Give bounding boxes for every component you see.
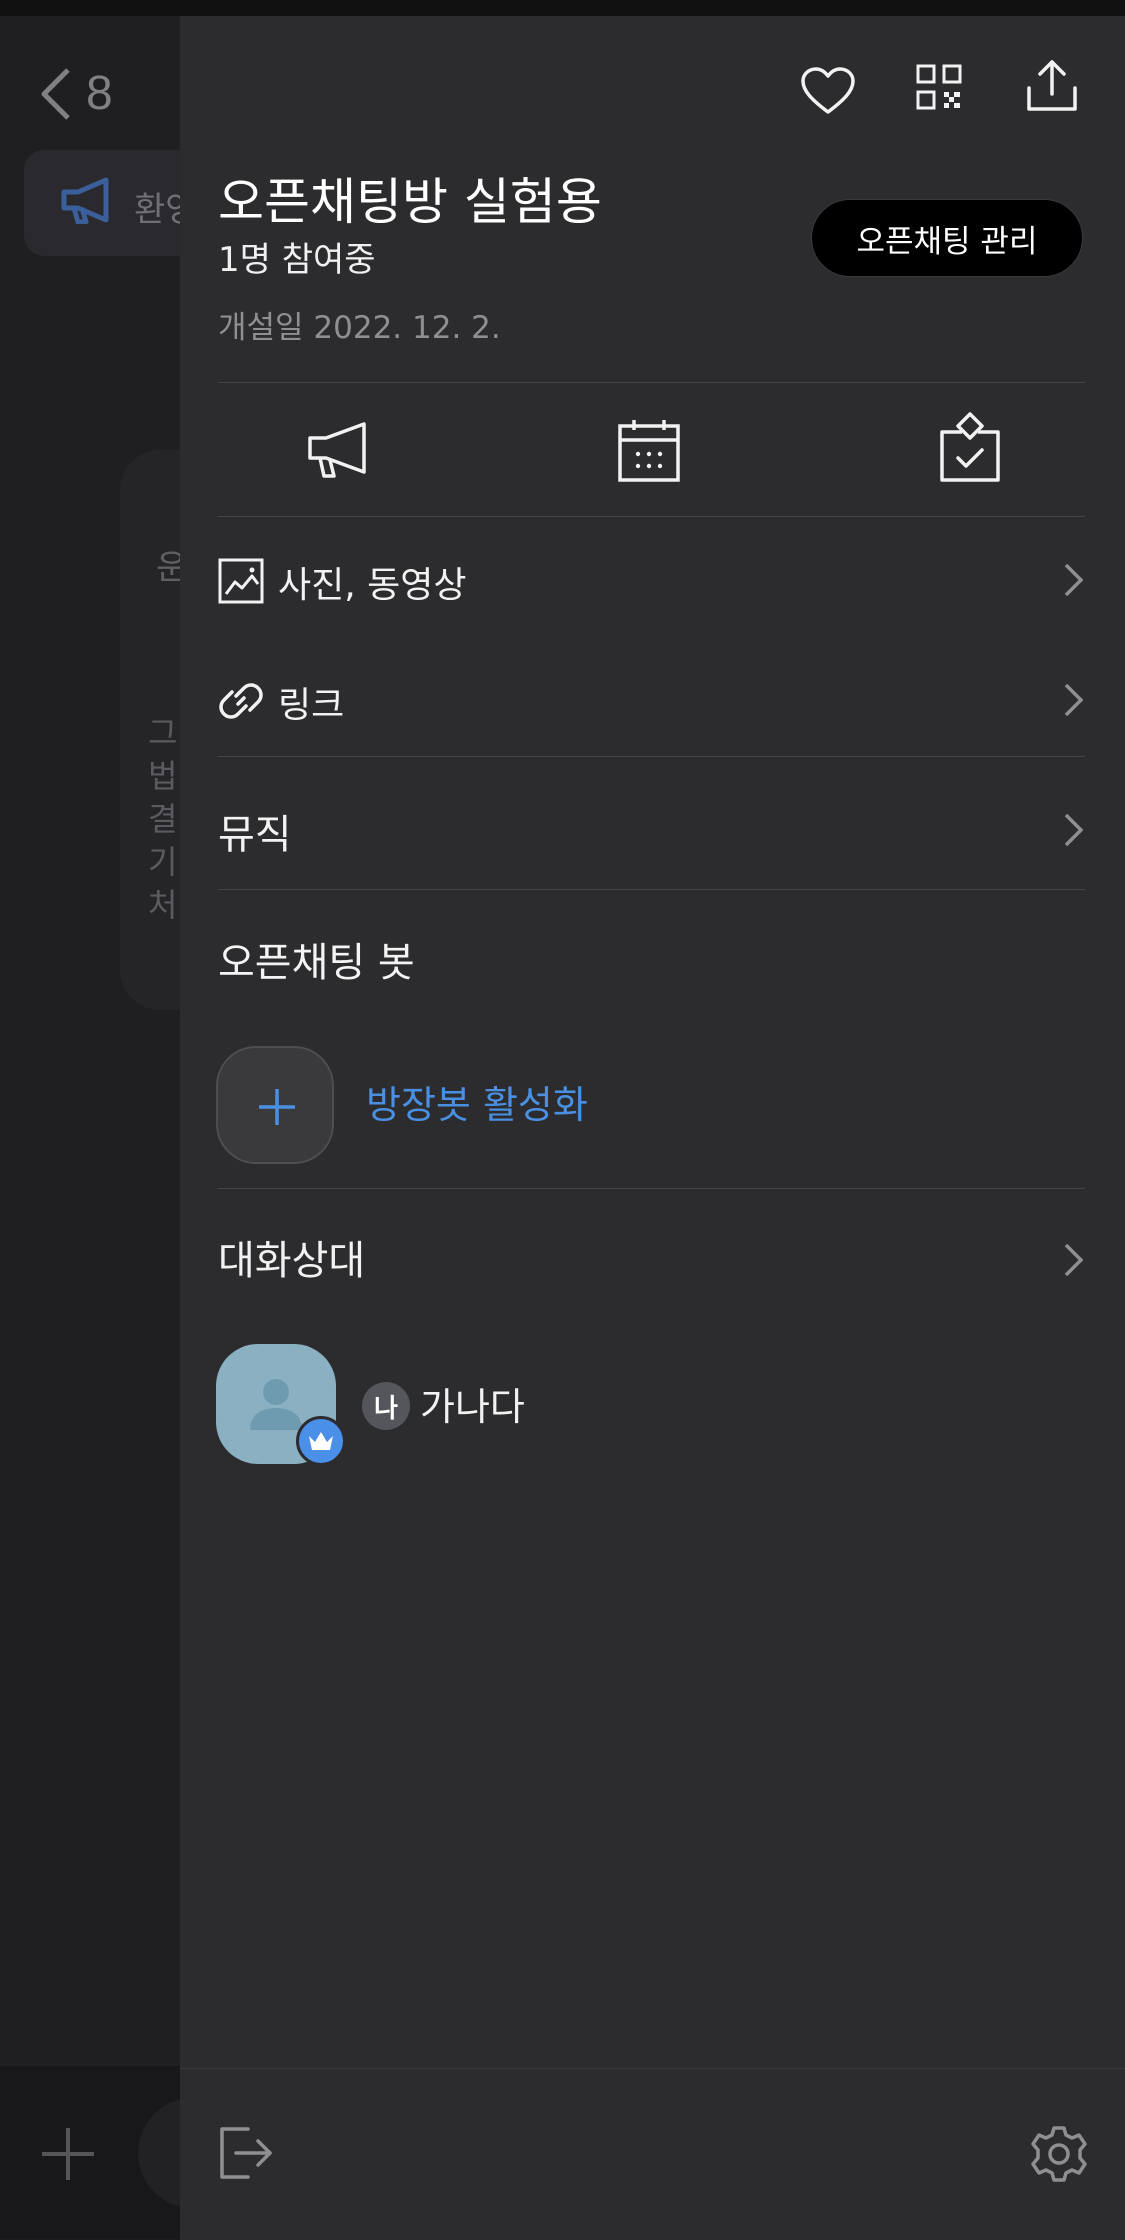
- divider: [218, 889, 1085, 890]
- message-input[interactable]: [138, 2098, 180, 2208]
- back-chevron-icon: [41, 67, 70, 120]
- person-icon: [250, 1379, 302, 1430]
- divider: [218, 382, 1085, 383]
- add-bot-button[interactable]: [216, 1046, 334, 1164]
- activate-host-bot-link[interactable]: 방장봇 활성화: [366, 1074, 588, 1129]
- open-chat-manage-button[interactable]: 오픈채팅 관리: [811, 199, 1083, 277]
- vote-icon[interactable]: [938, 412, 1002, 482]
- media-row[interactable]: 사진, 동영상: [218, 552, 1085, 632]
- notice-text: 환영: [134, 190, 180, 230]
- status-strip: [0, 0, 1125, 16]
- chevron-right-icon: [1063, 682, 1085, 722]
- link-icon: [218, 678, 264, 724]
- notice-megaphone-icon[interactable]: [306, 420, 368, 478]
- photo-icon: [218, 558, 264, 604]
- exit-icon[interactable]: [218, 2125, 274, 2181]
- created-date: 개설일 2022. 12. 2.: [218, 310, 501, 346]
- links-row[interactable]: 링크: [218, 672, 1085, 752]
- chat-room-drawer: 오픈채팅방 실험용 1명 참여중 개설일 2022. 12. 2. 오픈채팅 관…: [180, 16, 1125, 2240]
- participant-count: 1명 참여중: [218, 240, 376, 280]
- megaphone-icon: [61, 177, 109, 224]
- members-row[interactable]: 대화상대: [218, 1222, 1085, 1312]
- background-message-card: 운 그 법 결 기 처: [120, 450, 180, 1010]
- qr-code-icon[interactable]: [916, 64, 962, 110]
- members-title: 대화상대: [218, 1238, 366, 1284]
- host-crown-badge: [296, 1416, 346, 1466]
- chevron-right-icon: [1063, 562, 1085, 602]
- drawer-footer: [180, 2068, 1125, 2240]
- background-chat[interactable]: 8 환영 운 그 법 결 기 처: [0, 16, 180, 2239]
- unread-count: 8: [86, 67, 113, 120]
- card-title: 운: [156, 548, 180, 588]
- media-label: 사진, 동영상: [278, 565, 467, 606]
- room-title: 오픈채팅방 실험용: [218, 173, 602, 231]
- divider: [218, 1188, 1085, 1189]
- music-row[interactable]: 뮤직: [218, 796, 1085, 886]
- heart-icon[interactable]: [800, 66, 856, 116]
- background-input-bar: [0, 2066, 180, 2239]
- divider: [218, 516, 1085, 517]
- settings-gear-icon[interactable]: [1030, 2125, 1088, 2183]
- chevron-right-icon: [1063, 812, 1085, 852]
- card-lines: 그 법 결 기 처: [148, 714, 178, 924]
- share-icon[interactable]: [1026, 60, 1078, 112]
- plus-icon: [259, 1089, 295, 1125]
- calendar-icon[interactable]: [618, 418, 680, 482]
- chevron-right-icon: [1063, 1242, 1085, 1282]
- links-label: 링크: [278, 685, 345, 726]
- background-notice[interactable]: 환영: [24, 150, 180, 256]
- plus-icon[interactable]: [40, 2126, 96, 2182]
- me-badge: 나: [362, 1382, 410, 1430]
- divider: [218, 756, 1085, 757]
- back-button[interactable]: 8: [40, 66, 113, 121]
- crown-icon: [309, 1432, 333, 1450]
- music-label: 뮤직: [218, 812, 292, 858]
- member-name[interactable]: 가나다: [420, 1376, 525, 1431]
- bot-section-title: 오픈채팅 봇: [218, 940, 415, 986]
